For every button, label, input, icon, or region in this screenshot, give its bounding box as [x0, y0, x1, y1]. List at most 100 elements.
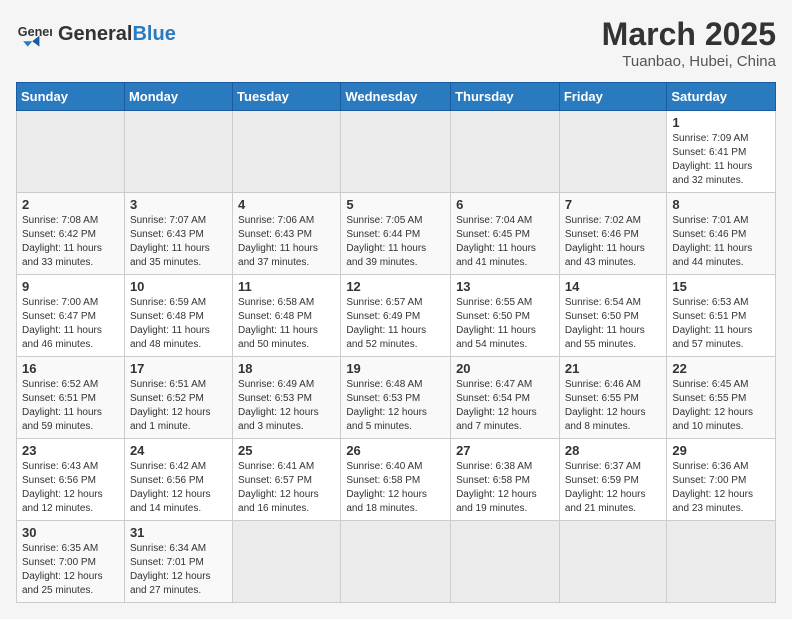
calendar-cell — [124, 111, 232, 193]
location-subtitle: Tuanbao, Hubei, China — [602, 53, 776, 70]
day-number: 30 — [22, 525, 119, 540]
calendar-cell: 9 Sunrise: 7:00 AM Sunset: 6:47 PM Daylig… — [17, 275, 125, 357]
day-number: 8 — [672, 197, 770, 212]
day-info: Sunrise: 7:01 AM Sunset: 6:46 PM Dayligh… — [672, 214, 770, 270]
day-number: 4 — [238, 197, 335, 212]
logo-general: General — [58, 23, 132, 45]
calendar-cell: 11 Sunrise: 6:58 AM Sunset: 6:48 PM Dayli… — [233, 275, 341, 357]
calendar-cell — [233, 111, 341, 193]
day-info: Sunrise: 7:06 AM Sunset: 6:43 PM Dayligh… — [238, 214, 335, 270]
day-info: Sunrise: 6:52 AM Sunset: 6:51 PM Dayligh… — [22, 378, 119, 434]
calendar-table: SundayMondayTuesdayWednesdayThursdayFrid… — [16, 82, 776, 603]
day-info: Sunrise: 6:34 AM Sunset: 7:01 PM Dayligh… — [130, 542, 227, 598]
calendar-cell — [233, 521, 341, 603]
calendar-cell — [559, 111, 667, 193]
day-info: Sunrise: 6:47 AM Sunset: 6:54 PM Dayligh… — [456, 378, 554, 434]
calendar-cell: 10 Sunrise: 6:59 AM Sunset: 6:48 PM Dayli… — [124, 275, 232, 357]
calendar-cell: 18Sunrise: 6:49 AM Sunset: 6:53 PM Dayli… — [233, 357, 341, 439]
calendar-cell: 21 Sunrise: 6:46 AM Sunset: 6:55 PM Dayli… — [559, 357, 667, 439]
calendar-cell: 24 Sunrise: 6:42 AM Sunset: 6:56 PM Dayli… — [124, 439, 232, 521]
day-info: Sunrise: 6:40 AM Sunset: 6:58 PM Dayligh… — [346, 460, 445, 516]
calendar-cell: 31 Sunrise: 6:34 AM Sunset: 7:01 PM Dayli… — [124, 521, 232, 603]
day-info: Sunrise: 6:35 AM Sunset: 7:00 PM Dayligh… — [22, 542, 119, 598]
calendar-cell — [451, 111, 560, 193]
logo: General GeneralBlue — [16, 16, 176, 52]
calendar-cell: 13Sunrise: 6:55 AM Sunset: 6:50 PM Dayli… — [451, 275, 560, 357]
calendar-week-3: 9 Sunrise: 7:00 AM Sunset: 6:47 PM Daylig… — [17, 275, 776, 357]
weekday-header-sunday: Sunday — [17, 83, 125, 111]
calendar-cell: 6Sunrise: 7:04 AM Sunset: 6:45 PM Daylig… — [451, 193, 560, 275]
day-info: Sunrise: 6:45 AM Sunset: 6:55 PM Dayligh… — [672, 378, 770, 434]
calendar-week-6: 30 Sunrise: 6:35 AM Sunset: 7:00 PM Dayli… — [17, 521, 776, 603]
day-info: Sunrise: 7:05 AM Sunset: 6:44 PM Dayligh… — [346, 214, 445, 270]
calendar-cell: 14Sunrise: 6:54 AM Sunset: 6:50 PM Dayli… — [559, 275, 667, 357]
title-block: March 2025 Tuanbao, Hubei, China — [602, 16, 776, 70]
calendar-cell: 27 Sunrise: 6:38 AM Sunset: 6:58 PM Dayli… — [451, 439, 560, 521]
svg-text:General: General — [18, 25, 52, 39]
calendar-cell: 15 Sunrise: 6:53 AM Sunset: 6:51 PM Dayli… — [667, 275, 776, 357]
day-info: Sunrise: 7:02 AM Sunset: 6:46 PM Dayligh… — [565, 214, 662, 270]
day-number: 2 — [22, 197, 119, 212]
day-info: Sunrise: 6:37 AM Sunset: 6:59 PM Dayligh… — [565, 460, 662, 516]
calendar-cell: 19 Sunrise: 6:48 AM Sunset: 6:53 PM Dayli… — [341, 357, 451, 439]
day-number: 27 — [456, 443, 554, 458]
calendar-cell: 30 Sunrise: 6:35 AM Sunset: 7:00 PM Dayli… — [17, 521, 125, 603]
day-info: Sunrise: 6:51 AM Sunset: 6:52 PM Dayligh… — [130, 378, 227, 434]
day-number: 6 — [456, 197, 554, 212]
day-info: Sunrise: 6:57 AM Sunset: 6:49 PM Dayligh… — [346, 296, 445, 352]
day-number: 18 — [238, 361, 335, 376]
calendar-cell: 25Sunrise: 6:41 AM Sunset: 6:57 PM Dayli… — [233, 439, 341, 521]
day-number: 16 — [22, 361, 119, 376]
day-number: 17 — [130, 361, 227, 376]
day-number: 15 — [672, 279, 770, 294]
calendar-cell: 22 Sunrise: 6:45 AM Sunset: 6:55 PM Dayli… — [667, 357, 776, 439]
weekday-header-thursday: Thursday — [451, 83, 560, 111]
day-info: Sunrise: 6:38 AM Sunset: 6:58 PM Dayligh… — [456, 460, 554, 516]
calendar-cell — [667, 521, 776, 603]
calendar-cell: 8 Sunrise: 7:01 AM Sunset: 6:46 PM Daylig… — [667, 193, 776, 275]
calendar-cell: 20Sunrise: 6:47 AM Sunset: 6:54 PM Dayli… — [451, 357, 560, 439]
day-number: 1 — [672, 115, 770, 130]
day-info: Sunrise: 7:00 AM Sunset: 6:47 PM Dayligh… — [22, 296, 119, 352]
calendar-week-5: 23 Sunrise: 6:43 AM Sunset: 6:56 PM Dayli… — [17, 439, 776, 521]
calendar-week-1: 1 Sunrise: 7:09 AM Sunset: 6:41 PM Daylig… — [17, 111, 776, 193]
day-info: Sunrise: 6:46 AM Sunset: 6:55 PM Dayligh… — [565, 378, 662, 434]
day-info: Sunrise: 6:55 AM Sunset: 6:50 PM Dayligh… — [456, 296, 554, 352]
calendar-cell — [559, 521, 667, 603]
calendar-cell: 5 Sunrise: 7:05 AM Sunset: 6:44 PM Daylig… — [341, 193, 451, 275]
day-info: Sunrise: 6:43 AM Sunset: 6:56 PM Dayligh… — [22, 460, 119, 516]
day-info: Sunrise: 7:09 AM Sunset: 6:41 PM Dayligh… — [672, 132, 770, 188]
day-number: 5 — [346, 197, 445, 212]
day-number: 25 — [238, 443, 335, 458]
day-number: 14 — [565, 279, 662, 294]
calendar-cell: 23 Sunrise: 6:43 AM Sunset: 6:56 PM Dayli… — [17, 439, 125, 521]
weekday-header-monday: Monday — [124, 83, 232, 111]
day-info: Sunrise: 7:07 AM Sunset: 6:43 PM Dayligh… — [130, 214, 227, 270]
day-number: 10 — [130, 279, 227, 294]
day-number: 19 — [346, 361, 445, 376]
day-number: 21 — [565, 361, 662, 376]
day-number: 9 — [22, 279, 119, 294]
day-number: 28 — [565, 443, 662, 458]
day-info: Sunrise: 6:59 AM Sunset: 6:48 PM Dayligh… — [130, 296, 227, 352]
day-info: Sunrise: 6:53 AM Sunset: 6:51 PM Dayligh… — [672, 296, 770, 352]
calendar-cell: 29Sunrise: 6:36 AM Sunset: 7:00 PM Dayli… — [667, 439, 776, 521]
day-number: 12 — [346, 279, 445, 294]
calendar-cell: 17 Sunrise: 6:51 AM Sunset: 6:52 PM Dayli… — [124, 357, 232, 439]
day-number: 31 — [130, 525, 227, 540]
calendar-cell: 7Sunrise: 7:02 AM Sunset: 6:46 PM Daylig… — [559, 193, 667, 275]
weekday-header-friday: Friday — [559, 83, 667, 111]
day-info: Sunrise: 6:42 AM Sunset: 6:56 PM Dayligh… — [130, 460, 227, 516]
day-number: 22 — [672, 361, 770, 376]
day-number: 24 — [130, 443, 227, 458]
calendar-cell — [451, 521, 560, 603]
day-info: Sunrise: 6:58 AM Sunset: 6:48 PM Dayligh… — [238, 296, 335, 352]
day-info: Sunrise: 6:48 AM Sunset: 6:53 PM Dayligh… — [346, 378, 445, 434]
weekday-header-row: SundayMondayTuesdayWednesdayThursdayFrid… — [17, 83, 776, 111]
day-number: 3 — [130, 197, 227, 212]
day-number: 11 — [238, 279, 335, 294]
day-number: 26 — [346, 443, 445, 458]
logo-wordmark: GeneralBlue — [58, 23, 176, 46]
logo-icon: General — [16, 16, 52, 52]
day-number: 23 — [22, 443, 119, 458]
